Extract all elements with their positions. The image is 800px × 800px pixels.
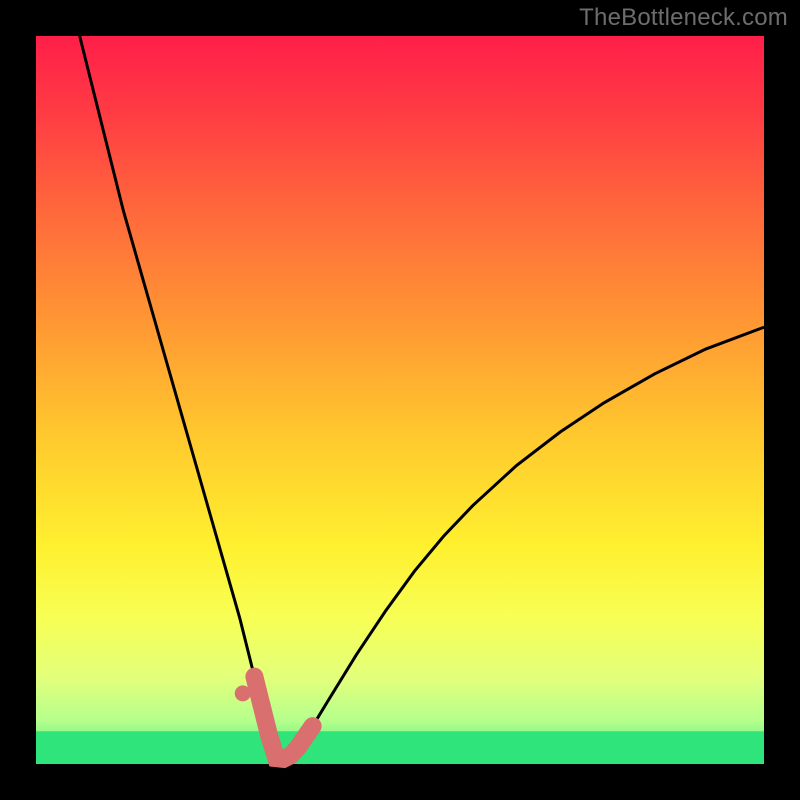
green-band: [36, 731, 764, 764]
plot-background: [36, 36, 764, 764]
chart-frame: TheBottleneck.com: [0, 0, 800, 800]
watermark-text: TheBottleneck.com: [579, 4, 788, 32]
highlight-dot: [235, 685, 251, 701]
bottleneck-chart: [0, 0, 800, 800]
